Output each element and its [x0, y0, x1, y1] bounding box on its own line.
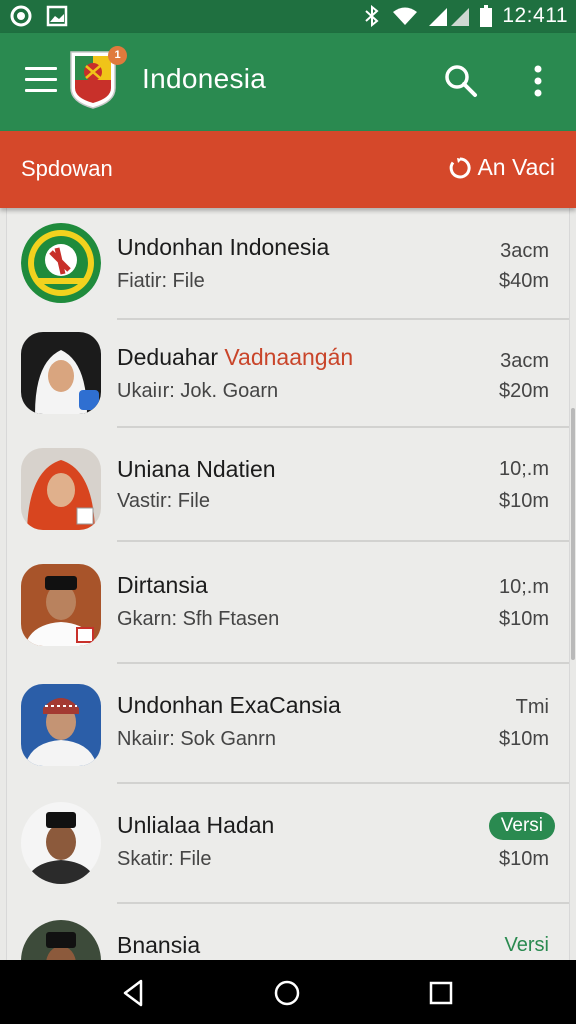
menu-icon[interactable] [25, 67, 57, 93]
list-item[interactable]: Undonhan Indonesia Fiatir: File 3acm $40… [7, 208, 569, 320]
item-subtitle: Gkarn: Sfh Ftasen [117, 608, 280, 630]
item-meta-time: 3acm [500, 350, 549, 372]
person-avatar [21, 684, 101, 766]
section-header-bar: Spdowan An Vaci [0, 131, 576, 208]
app-title: Indonesia [142, 63, 267, 94]
item-name: Undonhan ExaCansia [117, 692, 341, 718]
person-avatar [21, 564, 101, 646]
system-nav-bar [0, 960, 576, 1024]
version-badge[interactable]: Versi [488, 812, 555, 840]
search-icon[interactable] [443, 63, 479, 99]
item-name: Unlialaa Hadan [117, 812, 275, 838]
person-avatar [21, 802, 101, 884]
home-icon[interactable] [272, 978, 302, 1008]
item-subtitle: Vastir: File [117, 490, 210, 512]
item-name: Dirtansia [117, 572, 208, 598]
person-avatar [21, 920, 101, 960]
list-item[interactable]: Uniana Ndatien Vastir: File 10;.m $10m [7, 428, 569, 542]
item-name: Deduahar Vadnaangán [117, 344, 354, 370]
recents-icon[interactable] [426, 978, 456, 1008]
emblem-avatar [21, 223, 101, 303]
item-list[interactable]: Undonhan Indonesia Fiatir: File 3acm $40… [6, 208, 570, 960]
item-meta-price: $10m [498, 490, 549, 512]
bluetooth-icon [365, 5, 379, 27]
item-subtitle: Skatir: File [117, 848, 212, 870]
section-title: Spdowan [21, 156, 113, 181]
section-action-button[interactable]: An Vaci [448, 154, 555, 181]
item-meta-price: $40m [498, 270, 549, 292]
item-meta-time: 10;.m [498, 576, 549, 598]
item-name: Undonhan Indonesia [117, 234, 330, 260]
wifi-icon [393, 7, 418, 25]
item-subtitle: Fiatir: File [117, 270, 205, 292]
item-meta-price: $10m [498, 848, 549, 870]
item-subtitle: Ukaiır: Jok. Goarn [117, 380, 279, 402]
person-avatar [21, 332, 101, 414]
person-avatar [21, 448, 101, 530]
back-icon[interactable] [119, 978, 149, 1008]
item-meta-time: 3acm [500, 240, 549, 262]
list-item[interactable]: Deduahar Vadnaangán Ukaiır: Jok. Goarn 3… [7, 320, 569, 428]
clock: 12:411 [502, 4, 568, 27]
refresh-icon [450, 156, 472, 178]
item-name: Uniana Ndatien [117, 456, 276, 482]
item-meta-time: Tmi [515, 696, 549, 718]
scrollbar[interactable] [571, 408, 575, 660]
notification-badge: 1 [108, 46, 127, 65]
section-action-label: An Vaci [477, 154, 555, 180]
more-options-icon[interactable] [530, 64, 546, 100]
record-icon [10, 5, 32, 27]
list-item[interactable]: Bnansia Versi [7, 904, 569, 960]
item-meta-price: $20m [498, 380, 549, 402]
status-bar: 12:411 [0, 0, 576, 33]
item-meta-price: $10m [498, 728, 549, 750]
list-item[interactable]: Dirtansia Gkarn: Sfh Ftasen 10;.m $10m [7, 542, 569, 664]
version-label: Versi [504, 934, 549, 956]
app-bar: 1 Indonesia [0, 33, 576, 131]
list-item[interactable]: Unlialaa Hadan Skatir: File Versi $10m [7, 784, 569, 904]
image-icon [46, 5, 68, 27]
item-name: Bnansia [117, 932, 201, 958]
item-subtitle: Nkaiır: Sok Ganrn [117, 728, 276, 750]
list-item[interactable]: Undonhan ExaCansia Nkaiır: Sok Ganrn Tmi… [7, 664, 569, 784]
item-meta-price: $10m [498, 608, 549, 630]
battery-icon [480, 5, 493, 27]
signal-icon [429, 8, 470, 26]
item-meta-time: 10;.m [498, 458, 549, 480]
